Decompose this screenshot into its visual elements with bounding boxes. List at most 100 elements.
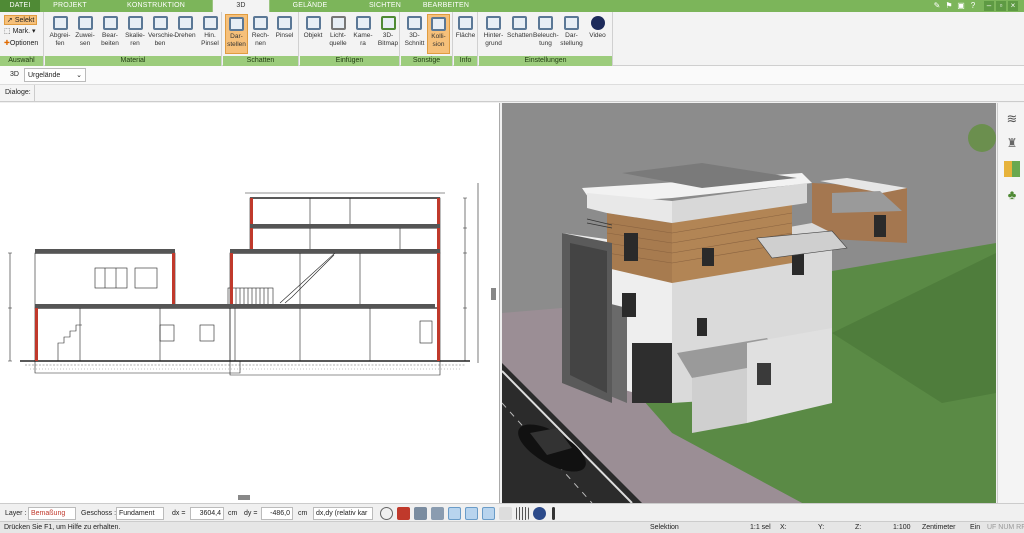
optionen-button[interactable]: ✚Optionen [4,39,38,49]
clock-icon[interactable] [380,507,393,520]
layer-value: Bemaßung [31,510,66,517]
horizontal-scroll-thumb[interactable] [238,495,250,500]
group-label-material: Material [45,56,221,66]
collision-icon [431,17,446,31]
hintergrund-button[interactable]: Hinter- grund [481,14,506,54]
layer-select[interactable]: Bemaßung [28,507,76,520]
section-drawing [8,183,479,376]
tab-gelaende[interactable]: GELÄNDE [270,0,350,12]
plane-icon[interactable] [482,507,495,520]
dx-input[interactable]: 3604,4 [190,507,224,520]
section-view-2d[interactable] [0,103,500,503]
zuweisen-label: Zuwei- sen [75,32,95,47]
flaeche-button[interactable]: Fläche [455,14,476,54]
tree-icon [380,16,396,30]
pinsel-button[interactable]: Pinsel [273,14,296,54]
screen-icon[interactable] [397,507,410,520]
bitmap-3d-button[interactable]: 3D- Bitmap [376,14,400,54]
mark-icon: ⬚ [4,28,11,35]
bearbeiten-button[interactable]: Bear- beiten [98,14,122,54]
material-palette-icon[interactable] [1004,161,1020,177]
darstellen-button[interactable]: Dar- stellen [225,14,248,54]
lichtquelle-button[interactable]: Licht- quelle [326,14,350,54]
chair-icon[interactable]: ♜ [1004,135,1020,151]
drawing-scale: 1:100 [893,524,911,531]
ein-indicator: Ein [970,524,981,531]
mark-button[interactable]: ⬚ Mark. ▾ [4,27,36,37]
dy-input[interactable]: -486,0 [261,507,293,520]
bitmap-3d-label: 3D- Bitmap [377,32,399,47]
drehen-label: Drehen [174,32,196,39]
tab-3d[interactable]: 3D [212,0,270,12]
light-house-icon [538,16,553,30]
optionen-label: Optionen [9,40,39,47]
pen-icon[interactable]: ✎ [932,1,942,11]
grid-icon[interactable] [516,507,529,520]
window-icon[interactable]: ▣ [956,1,966,11]
dialoge-label: Dialoge: [5,89,31,96]
skalieren-button[interactable]: Skalie- ren [123,14,147,54]
drehen-button[interactable]: Drehen [173,14,197,54]
minimize-icon[interactable]: – [984,1,994,11]
tab-datei[interactable]: DATEI [0,0,40,12]
ribbon-tab-bar: DATEI PROJEKT KONSTRUKTION 3D GELÄNDE SI… [0,0,1024,12]
zuweisen-button[interactable]: Zuwei- sen [73,14,97,54]
hin-pinsel-label: Hin. Pinsel [201,32,219,47]
snap-icon[interactable] [431,507,444,520]
flag-icon[interactable]: ⚑ [944,1,954,11]
restore-icon[interactable]: ▫ [996,1,1006,11]
rechnen-button[interactable]: Rech- nen [249,14,272,54]
stack-icon[interactable] [499,507,512,520]
layers-icon[interactable]: ≋ [1004,111,1020,127]
help-icon[interactable]: ? [968,1,978,11]
dx-unit: cm [228,510,238,517]
render-3d [502,103,996,503]
video-button[interactable]: Video [585,14,610,54]
north-icon[interactable] [533,507,546,520]
view-3d[interactable] [502,103,996,503]
camera-icon[interactable] [414,507,427,520]
tab-sichten[interactable]: SICHTEN [350,0,420,12]
verschieben-button[interactable]: Verschie- ben [148,14,175,54]
terrain-select-value: Urgelände [28,72,61,79]
layer-label: Layer : [5,510,27,517]
edit-material-icon [102,16,118,30]
pinsel-label: Pinsel [275,32,294,39]
rechnen-label: Rech- nen [251,32,270,47]
darstellen-label: Dar- stellen [227,33,246,48]
tab-projekt[interactable]: PROJEKT [40,0,100,12]
close-icon[interactable]: × [1008,1,1018,11]
kollision-button[interactable]: Kolli- sion [427,14,450,54]
area-icon [458,16,473,30]
line-icon[interactable] [448,507,461,520]
tree-icon[interactable]: ♣ [1004,187,1020,203]
darstellung-button[interactable]: Dar- stellung [559,14,584,54]
vertical-scroll-thumb[interactable] [491,288,496,300]
schatten-einst-button[interactable]: Schatten [507,14,533,54]
hin-pinsel-button[interactable]: Hin. Pinsel [198,14,222,54]
kamera-button[interactable]: Kame- ra [351,14,375,54]
flaeche-label: Fläche [455,32,476,39]
pencil-icon[interactable] [465,507,478,520]
geschoss-label: Geschoss : [81,510,117,517]
beleuchtung-button[interactable]: Beleuch- tung [533,14,559,54]
view-bar: 3D Urgelände ⌄ [0,66,1024,85]
beleuchtung-label: Beleuch- tung [533,32,559,47]
status-mode: Selektion [650,524,679,531]
abgreifen-button[interactable]: Abgrei- fen [48,14,72,54]
view-mode-label: 3D [10,71,19,78]
objekt-button[interactable]: Objekt [301,14,325,54]
ribbon: ➚ Selekt ⬚ Mark. ▾ ✚Optionen Auswahl Mat… [0,12,1024,66]
dialog-bar: Dialoge: [0,85,1024,102]
schnitt-3d-button[interactable]: 3D- Schnitt [403,14,426,54]
cursor-icon: ➚ [7,17,13,24]
coordinate-mode-select[interactable]: dx,dy (relativ kar [313,507,373,520]
abgreifen-label: Abgrei- fen [49,32,71,47]
section-cut-icon [407,16,422,30]
shadow-brush-icon [277,16,292,30]
tab-bearbeiten[interactable]: BEARBEITEN [420,0,472,12]
tab-konstruktion[interactable]: KONSTRUKTION [100,0,212,12]
selekt-button[interactable]: ➚ Selekt [4,15,38,25]
terrain-select[interactable]: Urgelände ⌄ [24,68,86,82]
geschoss-select[interactable]: Fundament [116,507,164,520]
